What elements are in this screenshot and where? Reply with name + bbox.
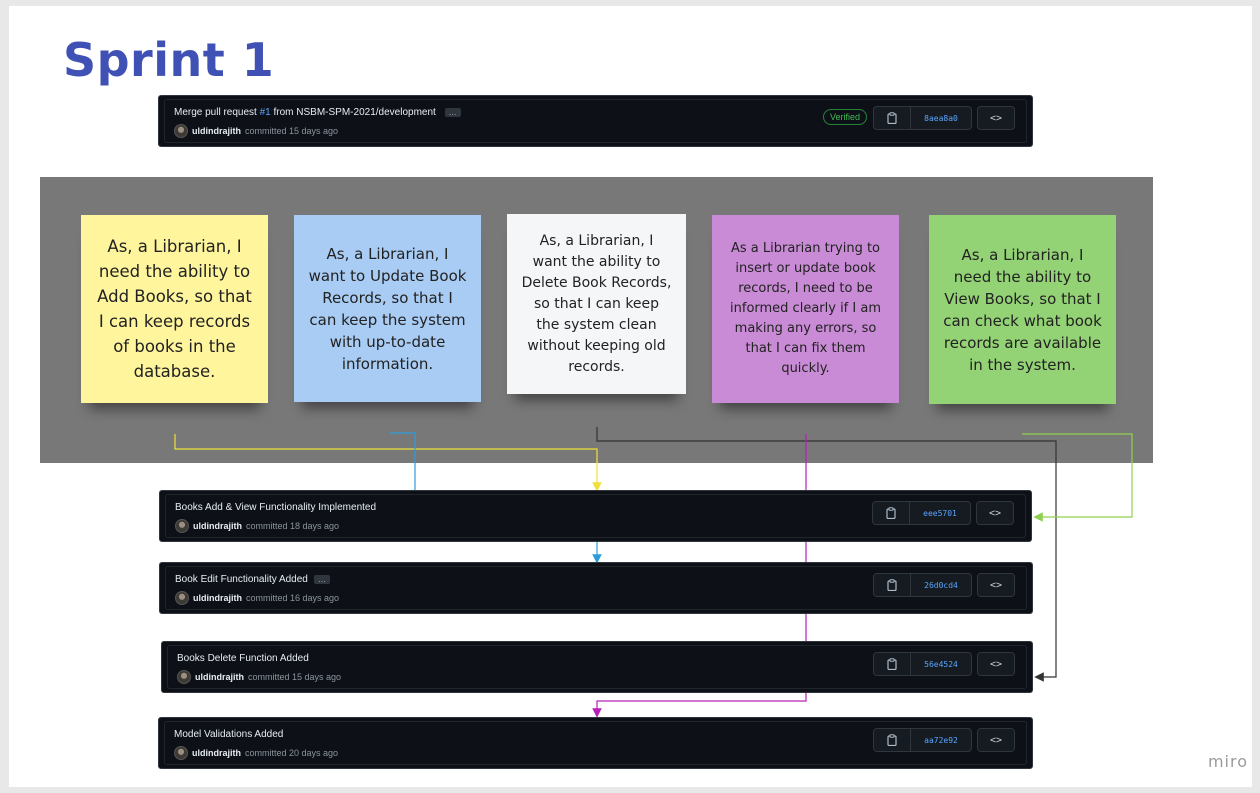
commit-sha-link[interactable]: 56e4524 <box>911 653 971 675</box>
code-icon[interactable]: <> <box>977 106 1015 130</box>
sticky-note-validations[interactable]: As a Librarian trying to insert or updat… <box>712 215 899 403</box>
code-icon[interactable]: <> <box>976 501 1014 525</box>
commit-time: committed 16 days ago <box>246 593 340 603</box>
commit-author[interactable]: uldindrajith <box>193 593 242 603</box>
merge-commit-row[interactable]: Merge pull request #1 from NSBM-SPM-2021… <box>158 95 1033 147</box>
commit-author[interactable]: uldindrajith <box>192 748 241 758</box>
sha-group: 8aea8a0 <box>873 106 972 130</box>
commit-sha-link[interactable]: 26d0cd4 <box>911 574 971 596</box>
avatar[interactable] <box>174 124 188 138</box>
sticky-note-add-books[interactable]: As, a Librarian, I need the ability to A… <box>81 215 268 403</box>
sticky-note-delete-books[interactable]: As, a Librarian, I want the ability to D… <box>507 214 686 394</box>
clipboard-icon[interactable] <box>873 502 910 524</box>
commit-row[interactable]: Model Validations Added uldindrajith com… <box>158 717 1033 769</box>
commit-title-text: Book Edit Functionality Added <box>175 574 308 585</box>
clipboard-icon[interactable] <box>874 574 911 596</box>
commit-sha-link[interactable]: 8aea8a0 <box>911 107 971 129</box>
commit-title-prefix: Merge pull request <box>174 107 260 118</box>
commit-title-text: Books Delete Function Added <box>177 653 309 664</box>
commit-title[interactable]: Book Edit Functionality Added … <box>175 574 330 585</box>
miro-logo: miro <box>1207 752 1248 771</box>
avatar[interactable] <box>177 670 191 684</box>
avatar[interactable] <box>175 591 189 605</box>
avatar[interactable] <box>175 519 189 533</box>
code-icon[interactable]: <> <box>977 728 1015 752</box>
commit-author[interactable]: uldindrajith <box>192 126 241 136</box>
commit-row[interactable]: Book Edit Functionality Added … uldindraj… <box>159 562 1033 614</box>
sha-group: aa72e92 <box>873 728 972 752</box>
commit-title[interactable]: Books Add & View Functionality Implement… <box>175 502 376 513</box>
board-title: Sprint 1 <box>63 33 275 87</box>
commit-title-text: Model Validations Added <box>174 729 284 740</box>
commit-meta: uldindrajith committed 16 days ago <box>175 591 339 605</box>
sha-group: eee5701 <box>872 501 971 525</box>
pull-request-link[interactable]: #1 <box>260 107 271 118</box>
code-icon[interactable]: <> <box>977 652 1015 676</box>
verified-badge[interactable]: Verified <box>822 109 867 125</box>
avatar[interactable] <box>174 746 188 760</box>
commit-meta: uldindrajith committed 20 days ago <box>174 746 338 760</box>
commit-time: committed 15 days ago <box>248 672 342 682</box>
clipboard-icon[interactable] <box>874 107 911 129</box>
expand-message-button[interactable]: … <box>313 574 330 584</box>
commit-title-suffix: from NSBM-SPM-2021/development <box>270 107 436 118</box>
commit-title[interactable]: Model Validations Added <box>174 729 283 740</box>
sha-group: 26d0cd4 <box>873 573 972 597</box>
sticky-note-update-books[interactable]: As, a Librarian, I want to Update Book R… <box>294 215 481 402</box>
commit-meta: uldindrajith committed 18 days ago <box>175 519 339 533</box>
commit-time: committed 18 days ago <box>246 521 340 531</box>
commit-meta: uldindrajith committed 15 days ago <box>174 124 338 138</box>
commit-title-text: Books Add & View Functionality Implement… <box>175 502 377 513</box>
clipboard-icon[interactable] <box>874 653 911 675</box>
clipboard-icon[interactable] <box>874 729 911 751</box>
expand-message-button[interactable]: … <box>444 107 461 117</box>
commit-title[interactable]: Books Delete Function Added <box>177 653 309 664</box>
commit-time: committed 15 days ago <box>245 126 339 136</box>
commit-author[interactable]: uldindrajith <box>195 672 244 682</box>
commit-author[interactable]: uldindrajith <box>193 521 242 531</box>
commit-title[interactable]: Merge pull request #1 from NSBM-SPM-2021… <box>174 107 461 118</box>
commit-meta: uldindrajith committed 15 days ago <box>177 670 341 684</box>
commit-sha-link[interactable]: eee5701 <box>910 502 970 524</box>
commit-sha-link[interactable]: aa72e92 <box>911 729 971 751</box>
commit-time: committed 20 days ago <box>245 748 339 758</box>
code-icon[interactable]: <> <box>977 573 1015 597</box>
commit-row[interactable]: Books Add & View Functionality Implement… <box>159 490 1032 542</box>
sticky-note-view-books[interactable]: As, a Librarian, I need the ability to V… <box>929 215 1116 404</box>
sha-group: 56e4524 <box>873 652 972 676</box>
commit-row[interactable]: Books Delete Function Added uldindrajith… <box>161 641 1033 693</box>
